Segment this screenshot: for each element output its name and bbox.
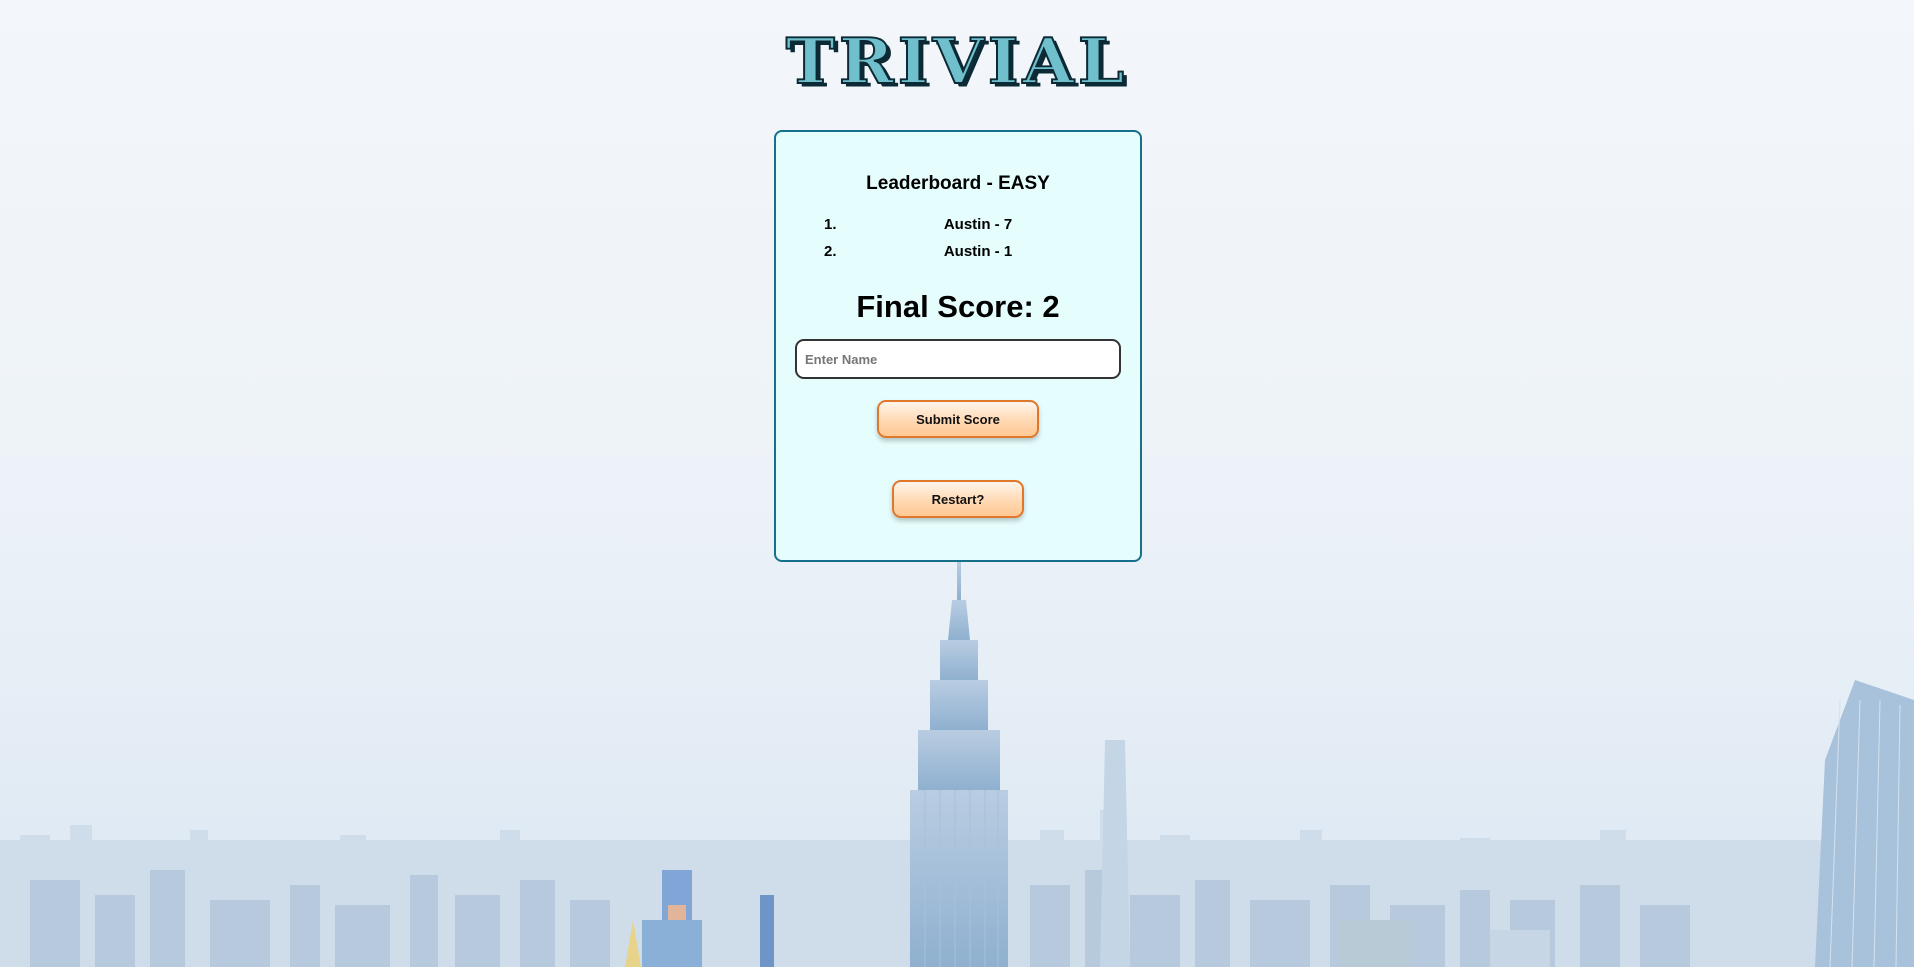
leaderboard-title: Leaderboard - EASY [866, 173, 1050, 194]
final-score: Final Score: 2 [856, 289, 1060, 324]
leaderboard-rank: 2. [824, 243, 837, 260]
app-logo: TRIVIAL [0, 28, 1914, 94]
leaderboard-entry: 1. Austin - 7 [776, 217, 1140, 244]
leaderboard-list: 1. Austin - 7 2. Austin - 1 [776, 217, 1140, 271]
logo-title: TRIVIAL [785, 23, 1129, 99]
submit-score-button[interactable]: Submit Score [877, 400, 1039, 438]
name-input[interactable] [795, 339, 1121, 379]
leaderboard-entry: 2. Austin - 1 [776, 244, 1140, 271]
restart-button[interactable]: Restart? [892, 480, 1024, 518]
results-card: Leaderboard - EASY 1. Austin - 7 2. Aust… [774, 130, 1142, 562]
leaderboard-rank: 1. [824, 216, 837, 233]
